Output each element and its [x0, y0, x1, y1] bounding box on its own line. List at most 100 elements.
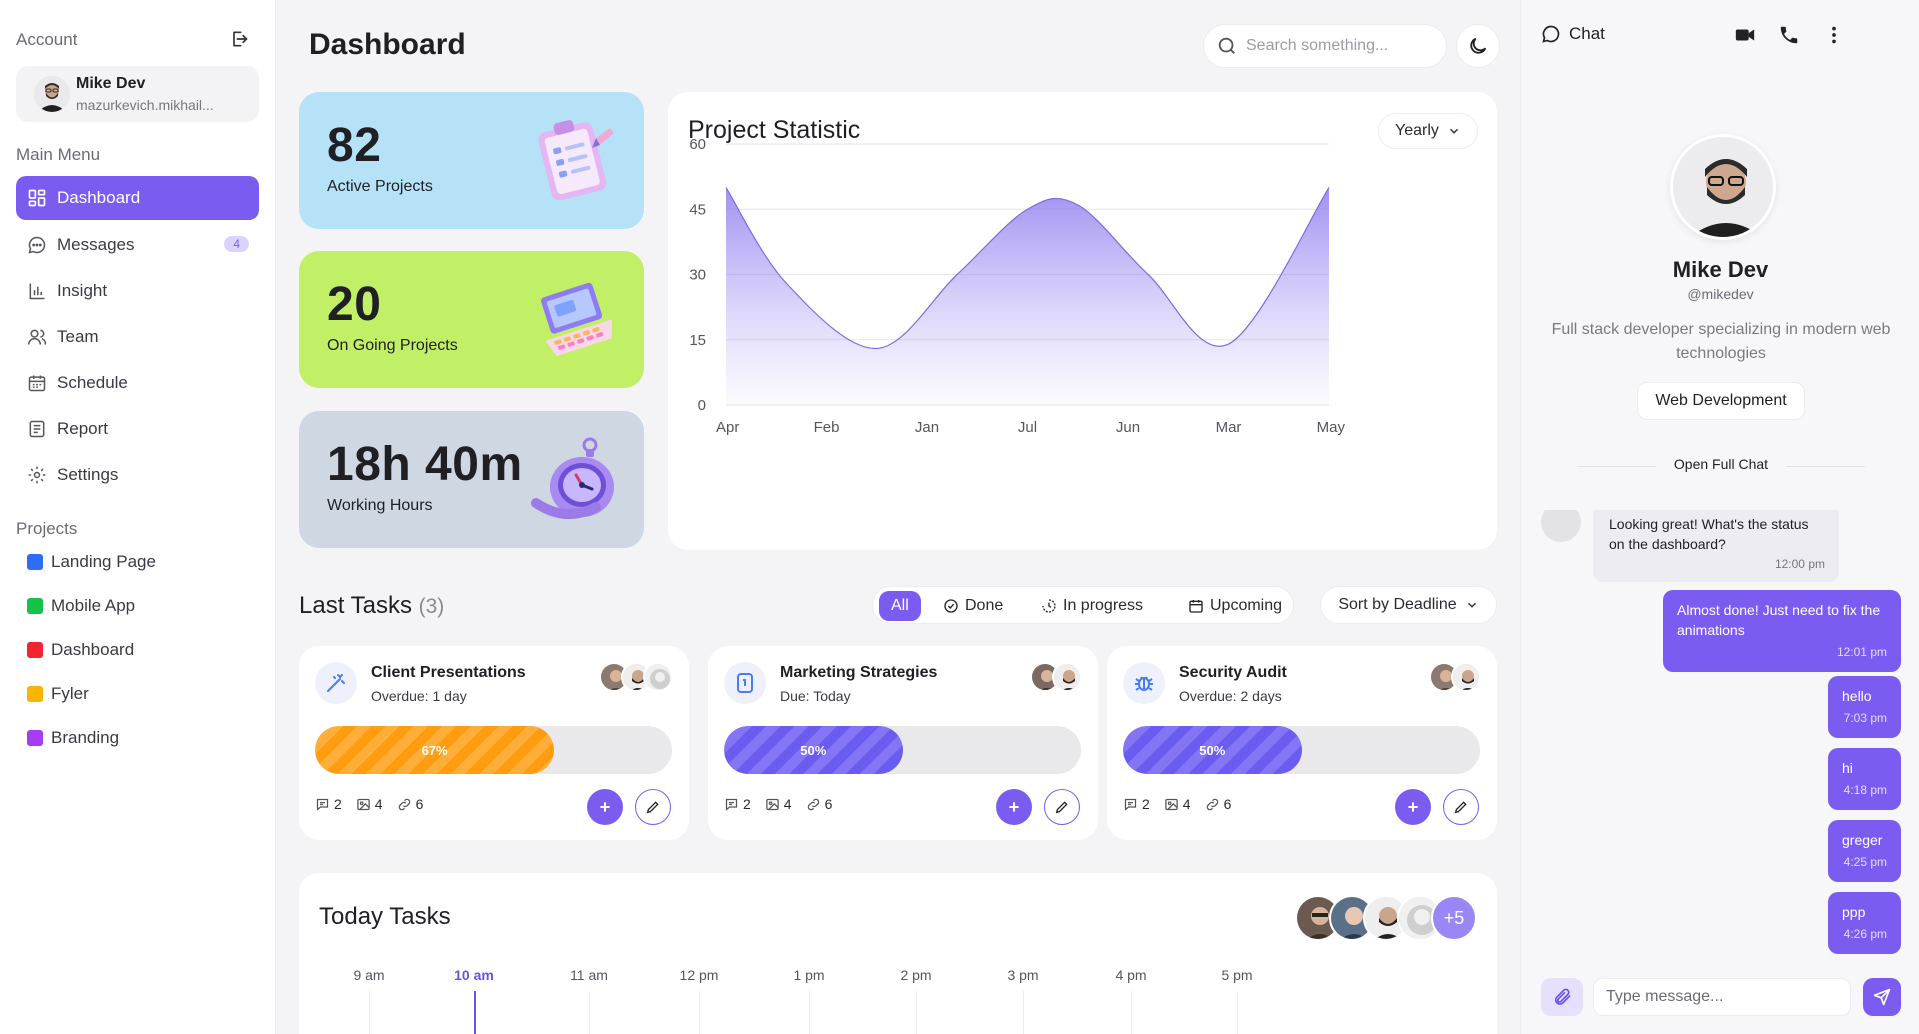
time-label: 12 pm [679, 967, 719, 983]
sidebar-item-dashboard[interactable]: Dashboard [16, 176, 259, 220]
more-members-badge[interactable]: +5 [1431, 895, 1477, 941]
sort-select[interactable]: Sort by Deadline [1320, 586, 1497, 624]
check-circle-icon [944, 599, 958, 613]
sender-avatar [1541, 510, 1581, 542]
sidebar-item-label: Insight [57, 281, 108, 300]
search-icon [1218, 37, 1235, 54]
search-input[interactable] [1246, 37, 1436, 55]
project-label: Fyler [51, 684, 89, 703]
project-mobile-app[interactable]: Mobile App [27, 594, 135, 618]
filter-done[interactable]: Done [943, 591, 1003, 621]
links-count: 6 [806, 796, 832, 812]
links-count: 6 [397, 796, 423, 812]
attach-button[interactable] [1541, 978, 1583, 1016]
filter-upcoming[interactable]: Upcoming [1188, 591, 1282, 621]
today-tasks-card: Today Tasks +5 9 am 10 am 11 am 12 pm 1 … [299, 873, 1497, 1034]
progress-label: 67% [421, 742, 448, 758]
message-input[interactable] [1593, 978, 1851, 1016]
video-call-icon[interactable] [1734, 24, 1756, 46]
sidebar-item-team[interactable]: Team [16, 315, 259, 359]
x-tick-label: Jan [915, 419, 939, 436]
timeline-gridline [916, 991, 917, 1034]
sidebar-item-insight[interactable]: Insight [16, 269, 259, 313]
add-subtask-button[interactable] [1395, 789, 1431, 825]
message-outgoing: ppp 4:26 pm [1828, 892, 1901, 954]
comment-icon [725, 798, 738, 811]
sidebar-item-settings[interactable]: Settings [16, 453, 259, 497]
stat-card-ongoing-projects[interactable]: 20 On Going Projects [299, 251, 644, 388]
time-label: 9 am [353, 967, 385, 983]
message-list: Looking great! What's the status on the … [1521, 510, 1919, 960]
stat-card-active-projects[interactable]: 82 Active Projects [299, 92, 644, 229]
time-label: 5 pm [1221, 967, 1253, 983]
timeline-gridline [1023, 991, 1024, 1034]
phone-icon[interactable] [1778, 24, 1800, 46]
message-outgoing: hello 7:03 pm [1828, 676, 1901, 738]
project-branding[interactable]: Branding [27, 726, 119, 750]
add-subtask-button[interactable] [587, 789, 623, 825]
project-color-swatch [27, 686, 43, 702]
edit-task-button[interactable] [635, 789, 671, 825]
message-time: 4:18 pm [1843, 783, 1887, 797]
theme-toggle-button[interactable] [1456, 24, 1500, 68]
project-landing-page[interactable]: Landing Page [27, 550, 156, 574]
task-card-marketing-strategies[interactable]: Marketing Strategies Due: Today 50% 2 4 … [708, 646, 1098, 840]
sidebar-item-label: Report [57, 419, 109, 438]
link-icon [807, 798, 819, 810]
avatar [1052, 662, 1082, 692]
stat-label: Working Hours [327, 497, 433, 514]
image-icon [357, 798, 370, 810]
project-dashboard[interactable]: Dashboard [27, 638, 134, 662]
message-outgoing: Almost done! Just need to fix the animat… [1663, 590, 1901, 672]
task-assignees [599, 662, 673, 692]
sidebar-item-schedule[interactable]: Schedule [16, 361, 259, 405]
project-label: Mobile App [51, 596, 136, 615]
project-label: Branding [51, 728, 120, 747]
profile-avatar [1670, 134, 1776, 240]
user-name: Mike Dev [76, 75, 146, 92]
stat-card-working-hours[interactable]: 18h 40m Working Hours [299, 411, 644, 548]
task-card-security-audit[interactable]: Security Audit Overdue: 2 days 50% 2 4 6 [1107, 646, 1497, 840]
x-tick-label: Feb [814, 419, 840, 436]
message-time: 4:25 pm [1843, 855, 1887, 869]
task-card-client-presentations[interactable]: Client Presentations Overdue: 1 day 67% … [299, 646, 689, 840]
progress-label: 50% [1199, 742, 1226, 758]
project-color-swatch [27, 642, 43, 658]
profile-name: Mike Dev [1672, 257, 1769, 282]
plus-icon [1408, 802, 1418, 812]
page-title: Dashboard [309, 28, 466, 61]
timeline-gridline [1131, 991, 1132, 1034]
sidebar-item-report[interactable]: Report [16, 407, 259, 451]
project-fyler[interactable]: Fyler [27, 682, 89, 706]
progress-clock-icon [1042, 599, 1056, 613]
task-meta: 2 4 6 [315, 796, 437, 812]
sidebar-item-messages[interactable]: Messages 4 [16, 223, 259, 267]
send-button[interactable] [1863, 978, 1901, 1016]
unread-badge: 4 [224, 236, 249, 252]
profile-tag: Web Development [1637, 382, 1805, 420]
logout-icon[interactable] [229, 29, 249, 49]
chat-header: Chat [1541, 24, 1605, 44]
add-subtask-button[interactable] [996, 789, 1032, 825]
task-due: Overdue: 2 days [1179, 688, 1282, 704]
message-time: 4:26 pm [1843, 927, 1887, 941]
stat-value: 82 [327, 119, 382, 172]
timeline-gridline [369, 991, 370, 1034]
sidebar-item-label: Team [57, 327, 99, 346]
account-card[interactable]: Mike Dev mazurkevich.mikhail... [16, 66, 259, 122]
last-tasks-count: (3) [418, 595, 445, 618]
comments-count: 2 [315, 796, 342, 812]
filter-all[interactable]: All [879, 591, 921, 621]
comments-value: 2 [1142, 796, 1150, 812]
edit-task-button[interactable] [1044, 789, 1080, 825]
edit-task-button[interactable] [1443, 789, 1479, 825]
open-full-chat-link[interactable]: Open Full Chat [1656, 456, 1786, 472]
progress-fill: 67% [315, 726, 555, 774]
filter-in-progress[interactable]: In progress [1041, 591, 1143, 621]
sidebar-item-label: Messages [57, 235, 135, 254]
search-bar[interactable] [1203, 24, 1447, 68]
time-label: 3 pm [1007, 967, 1039, 983]
profile-bio: Full stack developer specializing in mod… [1551, 321, 1891, 362]
moon-icon [1470, 37, 1487, 54]
more-vertical-icon[interactable] [1823, 24, 1845, 46]
